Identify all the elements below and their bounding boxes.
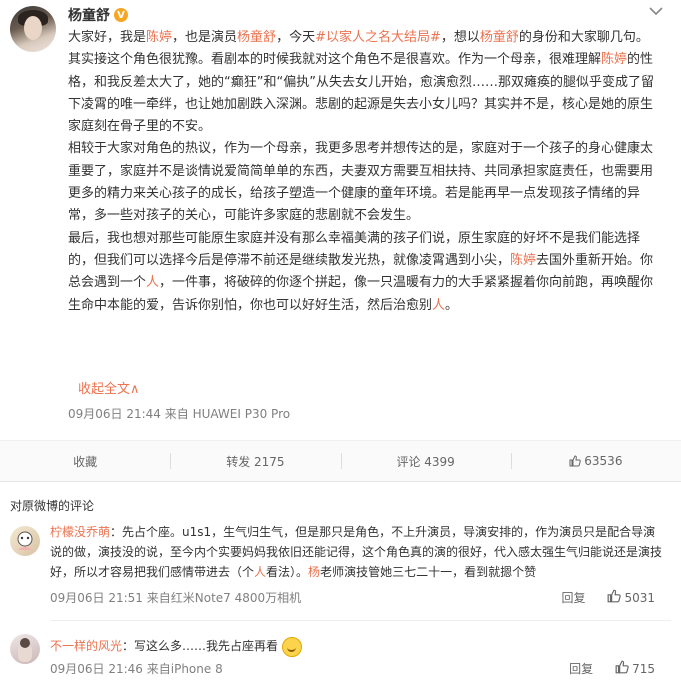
text-segment: 看法）。 (266, 565, 309, 579)
text-segment: 的身份和大家聊几句。 (518, 30, 649, 45)
post-meta: 09月06日 21:44 来自 HUAWEI P30 Pro (68, 407, 291, 421)
comment-button[interactable]: 评论 4399 (340, 441, 511, 481)
highlight-link[interactable]: 陈婷 (601, 52, 627, 67)
comment-like-button[interactable]: 5031 (607, 589, 655, 606)
comment-label: 评论 4399 (396, 454, 455, 469)
text-segment: ，今天 (276, 30, 316, 45)
like-count: 63536 (584, 454, 623, 468)
comment-like-button[interactable]: 715 (615, 660, 655, 677)
collapse-text-link[interactable]: 收起全文∧ (78, 378, 140, 397)
username-text[interactable]: 杨童舒 (68, 5, 110, 25)
highlight-link[interactable]: 陈婷 (510, 253, 536, 268)
comment-segments: ：先占个座。u1s1，生气归生气，但是那只是角色，不上升演员，导演安排的，作为演… (50, 525, 662, 579)
text-segment: 相较于大家对角色的热议，作为一个母亲，我更多思考并想传达的是，家庭对于一个孩子的… (68, 141, 654, 224)
highlight-link[interactable]: 杨童舒 (237, 30, 276, 45)
post-paragraph: 相较于大家对角色的热议，作为一个母亲，我更多思考并想传达的是，家庭对于一个孩子的… (68, 138, 664, 227)
thumbs-up-icon (607, 589, 622, 606)
like-button[interactable]: 63536 (510, 441, 681, 481)
text-segment: 其实接这个角色很犹豫。看剧本的时候我就对这个角色不是很喜欢。作为一个母亲，很难理… (68, 52, 602, 68)
commenter-name[interactable]: 柠檬没乔萌 (50, 525, 110, 539)
thumbs-up-icon (569, 455, 582, 467)
text-segment: ：写这么多……我先占座再看 (122, 639, 279, 653)
post-username[interactable]: 杨童舒 V (68, 5, 128, 25)
post-paragraph: 其实接这个角色很犹豫。看剧本的时候我就对这个角色不是很喜欢。作为一个母亲，很难理… (68, 49, 664, 138)
highlight-link[interactable]: 人 (146, 275, 159, 290)
highlight-link[interactable]: 人 (432, 298, 445, 313)
thumbs-up-icon (615, 660, 629, 677)
post-paragraph: 大家好，我是陈婷，也是演员杨童舒，今天#以家人之名大结局#，想以杨童舒的身份和大… (68, 27, 664, 49)
verified-badge-icon: V (114, 8, 128, 22)
highlight-link[interactable]: 人 (254, 565, 266, 579)
comment-divider (50, 620, 671, 621)
comment-segments: ：写这么多……我先占座再看 (122, 639, 278, 653)
avatar-face (24, 16, 42, 40)
favorite-label: 收藏 (73, 454, 98, 469)
smile-emoji-icon (281, 636, 302, 657)
repost-label: 转发 2175 (226, 454, 285, 469)
text-segment: 。 (445, 297, 459, 313)
highlight-link[interactable]: 杨 (308, 565, 320, 579)
commenter-name[interactable]: 不一样的风光 (50, 639, 122, 653)
chevron-down-icon[interactable] (649, 4, 663, 20)
user-avatar[interactable] (10, 6, 56, 52)
text-segment: 大家好，我是 (68, 30, 147, 45)
text-segment: 老师演技管她三七二十一，看到就摁个赞 (320, 565, 537, 579)
highlight-link[interactable]: 陈婷 (146, 30, 172, 45)
comment-text: 不一样的风光：写这么多……我先占座再看 (50, 636, 662, 657)
commenter-avatar[interactable] (10, 634, 40, 664)
post-paragraph: 最后，我也想对那些可能原生家庭并没有那么幸福美满的孩子们说，原生家庭的好坏不是我… (68, 228, 664, 317)
comment-like-count: 715 (632, 661, 655, 676)
repost-button[interactable]: 转发 2175 (170, 441, 340, 481)
text-segment: ，想以 (440, 30, 480, 45)
comment-text: 柠檬没乔萌：先占个座。u1s1，生气归生气，但是那只是角色，不上升演员，导演安排… (50, 522, 662, 582)
action-bar: 收藏 转发 2175 评论 4399 63536 (0, 440, 681, 482)
comment-meta: 09月06日 21:51 来自红米Note7 4800万相机 (50, 591, 302, 605)
favorite-button[interactable]: 收藏 (0, 441, 170, 481)
comment-actions: 回复 5031 (561, 589, 655, 606)
comments-header: 对原微博的评论 (10, 499, 95, 513)
reply-button[interactable]: 回复 (561, 589, 585, 606)
commenter-avatar[interactable] (10, 526, 40, 556)
comment-actions: 回复 715 (569, 660, 655, 677)
text-segment: ，也是演员 (172, 30, 238, 45)
post-content: 大家好，我是陈婷，也是演员杨童舒，今天#以家人之名大结局#，想以杨童舒的身份和大… (68, 27, 664, 317)
comment-meta: 09月06日 21:46 来自iPhone 8 (50, 662, 223, 676)
comment-like-count: 5031 (624, 590, 655, 605)
highlight-link[interactable]: #以家人之名大结局# (315, 30, 441, 45)
reply-button[interactable]: 回复 (569, 660, 593, 677)
highlight-link[interactable]: 杨童舒 (480, 30, 519, 45)
